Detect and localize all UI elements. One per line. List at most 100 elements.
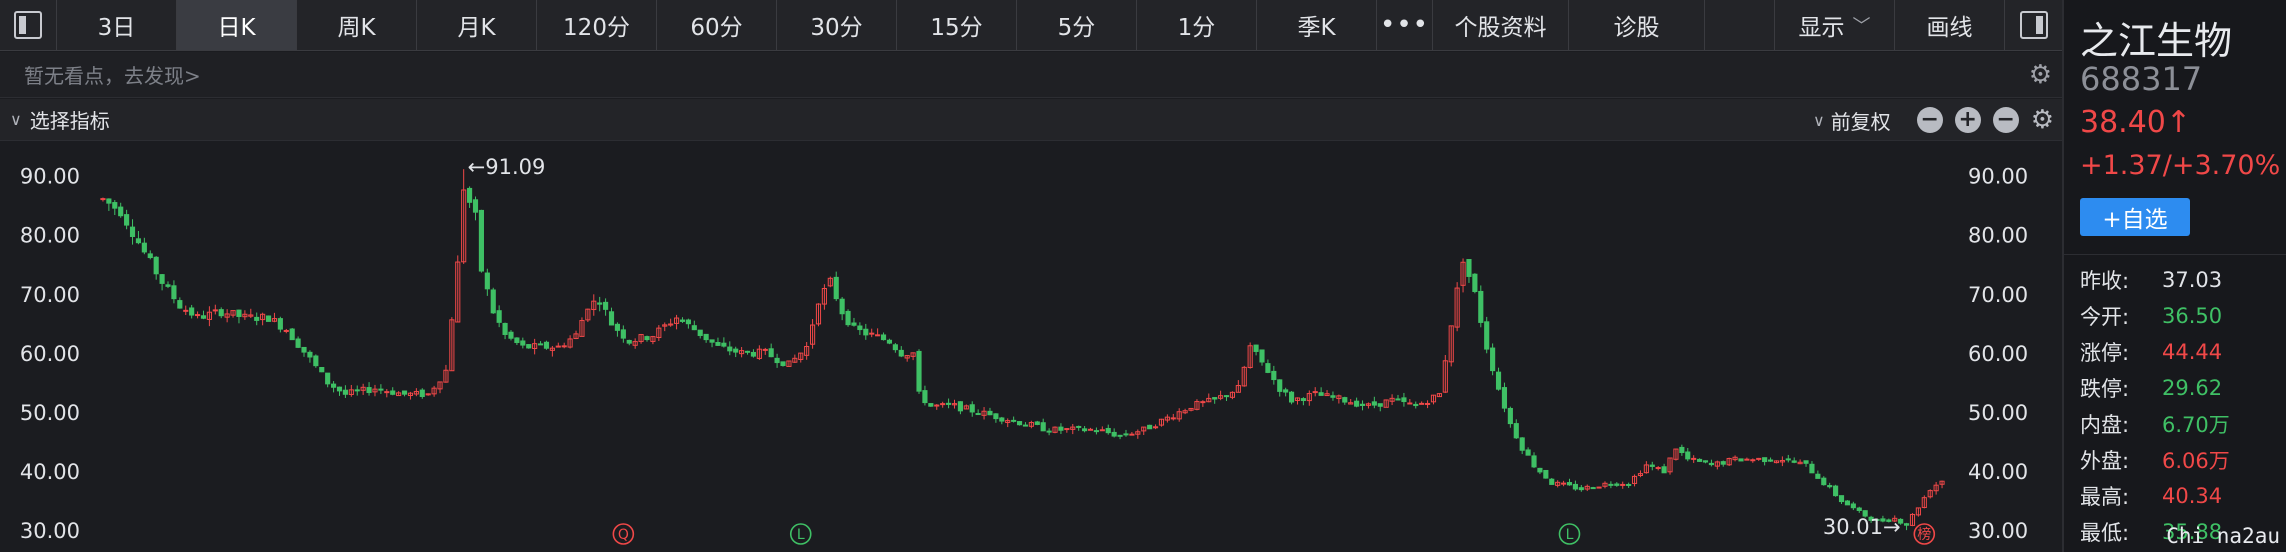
quote-key: 跌停: [2080, 377, 2130, 401]
candle-body [342, 389, 348, 395]
candle-body [189, 307, 195, 316]
candle-body [1750, 459, 1756, 462]
candle-body [165, 284, 171, 287]
candle-body [218, 309, 224, 317]
tab-period-3[interactable]: 月K [417, 0, 537, 50]
stock-diagnosis-tab[interactable]: 诊股 [1569, 0, 1705, 50]
candle-body [555, 345, 561, 348]
candle-body [762, 348, 768, 351]
candle-body [1288, 391, 1295, 403]
candle-body [839, 298, 845, 315]
candle-body [1803, 460, 1809, 464]
candle-body [1685, 451, 1691, 460]
event-marker-label: Q [618, 527, 629, 543]
candle-body [1844, 500, 1850, 506]
quote-value: 44.44 [2162, 340, 2223, 364]
minus-icon[interactable]: − [1992, 107, 2019, 133]
tab-period-10[interactable]: 季K [1257, 0, 1377, 50]
candle-body [928, 403, 934, 407]
kline-chart[interactable]: 90.00 90.00 80.00 80.00 70.00 70.00 60.00 60.00… [0, 142, 2062, 552]
zoom-out-icon[interactable]: − [1916, 107, 1943, 133]
quote-value: 6.70万 [2162, 413, 2230, 437]
candle-body [733, 348, 739, 353]
tab-period-1[interactable]: 日K [177, 0, 297, 50]
tab-period-7[interactable]: 15分 [897, 0, 1017, 50]
candle-body [1271, 370, 1277, 381]
candle-body [307, 351, 313, 358]
candle-body [283, 329, 289, 332]
candle-body [354, 389, 360, 392]
candle-body [916, 350, 922, 392]
candle-body [608, 311, 615, 326]
candle-body [614, 323, 620, 331]
candle-body [940, 403, 946, 406]
draw-line-button[interactable]: 画线 [1894, 0, 2004, 50]
kline-svg[interactable]: 90.00 90.00 80.00 80.00 70.00 70.00 60.00 60.00… [0, 142, 2062, 552]
quote-row: 涨停: 44.44 [2080, 334, 2280, 370]
candle-body [975, 413, 981, 416]
tab-period-9[interactable]: 1分 [1137, 0, 1257, 50]
quote-row: 最高: 40.34 [2080, 478, 2280, 514]
tab-period-2[interactable]: 周K [297, 0, 417, 50]
y-tick-label-right: 30.00 [1968, 519, 2028, 543]
candle-body [265, 315, 272, 322]
zoom-in-icon[interactable]: + [1954, 107, 1981, 133]
candle-body [1838, 495, 1845, 503]
quote-row: 跌停: 29.62 [2080, 370, 2280, 406]
candle-body [1419, 402, 1425, 405]
quote-value: 36.50 [2162, 304, 2223, 328]
candle-body [1785, 458, 1791, 461]
candle-body [520, 340, 526, 346]
candle-body [401, 390, 408, 395]
tabbar-right-group: 显示 ﹀ 画线 [1774, 0, 2062, 50]
watermark: Chi na2au [2166, 524, 2280, 548]
tab-period-5[interactable]: 60分 [657, 0, 777, 50]
candle-body [106, 198, 112, 204]
gear-icon[interactable]: ⚙ [2031, 105, 2054, 135]
quote-key: 昨收: [2080, 269, 2130, 293]
tab-period-6[interactable]: 30分 [777, 0, 897, 50]
candle-body [1720, 461, 1726, 465]
notice-text[interactable]: 暂无看点，去发现> [24, 60, 201, 89]
panel-toggle-icon [14, 11, 42, 39]
tab-period-0[interactable]: 3日 [57, 0, 177, 50]
adjust-mode-dropdown[interactable]: ∨ 前复权 [1813, 106, 1891, 135]
tab-period-8[interactable]: 5分 [1017, 0, 1137, 50]
more-periods-button[interactable]: ••• [1377, 0, 1433, 50]
stock-info-sidebar: 之江生物 688317 38.40↑ +1.37/+3.70% +自选 昨收: 3… [2062, 0, 2286, 552]
candle-body [1093, 430, 1099, 433]
quote-list: 昨收: 37.03 今开: 36.50 涨停: 44.44 跌停: 29.62 内盘: 6.70万… [2080, 262, 2280, 550]
chevron-down-icon: ﹀ [1852, 16, 1871, 37]
candle-body [1679, 446, 1685, 454]
display-menu-button[interactable]: 显示 ﹀ [1774, 0, 1894, 50]
candle-body [1691, 457, 1697, 460]
candle-body [331, 383, 337, 388]
gear-icon[interactable]: ⚙ [2029, 60, 2052, 90]
candle-body [1697, 458, 1703, 462]
news-notice-bar[interactable]: 暂无看点，去发现> ⚙ [0, 52, 2062, 98]
candle-body [378, 388, 384, 391]
candle-body [1147, 424, 1153, 430]
select-indicator-button[interactable]: 选择指标 [30, 105, 110, 134]
chevron-down-icon[interactable]: ∨ [10, 110, 22, 129]
tab-period-4[interactable]: 120分 [537, 0, 657, 50]
stock-profile-tab[interactable]: 个股资料 [1433, 0, 1569, 50]
candle-body [1903, 523, 1910, 526]
candle-body [886, 339, 893, 344]
add-watchlist-button[interactable]: +自选 [2080, 198, 2190, 236]
candle-body [195, 314, 201, 317]
y-tick-label-left: 70.00 [20, 283, 80, 307]
candle-body [946, 402, 952, 405]
candle-body [1549, 478, 1555, 485]
right-panel-toggle-button[interactable] [2004, 0, 2062, 50]
candle-body [1531, 455, 1537, 468]
candle-body [212, 309, 218, 312]
sidebar-toggle-button[interactable] [0, 0, 57, 50]
candle-body [880, 334, 887, 341]
candle-body [1614, 483, 1620, 486]
candle-body [1129, 433, 1135, 436]
candle-body [390, 390, 396, 395]
candle-body [780, 361, 786, 367]
candle-body [277, 318, 283, 330]
candle-body [1501, 387, 1508, 409]
